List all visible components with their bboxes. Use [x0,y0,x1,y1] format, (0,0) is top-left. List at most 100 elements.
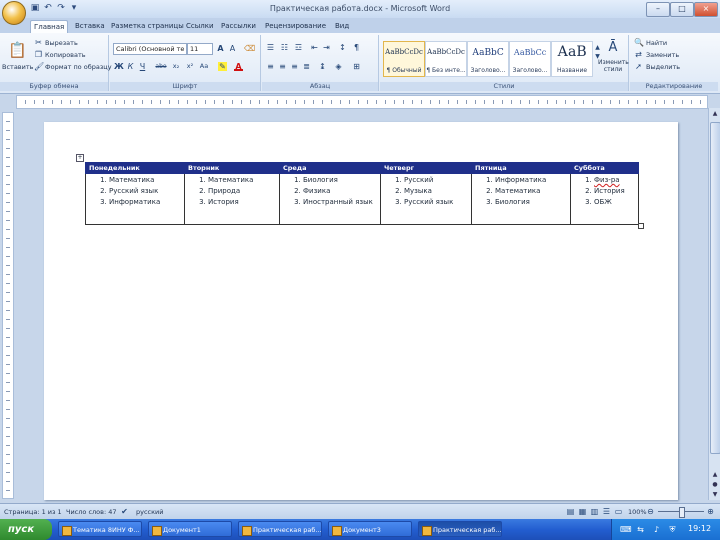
header-friday[interactable]: Пятница [471,162,571,174]
style-normal[interactable]: АаBbCcDc ¶ Обычный [383,41,425,77]
print-layout-icon[interactable]: ▤ [566,507,575,516]
outline-icon[interactable]: ☰ [602,507,611,516]
shading-icon[interactable]: ◈ [334,62,343,71]
language-indicator[interactable]: русский [136,508,164,516]
style-heading1[interactable]: АаBbC Заголово... [467,41,509,77]
paste-button[interactable]: Вставить [2,63,33,71]
bullets-icon[interactable]: ☰ [266,43,275,52]
align-right-icon[interactable]: ≡ [290,62,299,71]
horizontal-ruler[interactable] [16,95,708,109]
change-styles-icon[interactable]: Ā [606,41,620,55]
table-cell-friday[interactable]: Информатика Математика Биология [471,173,571,225]
taskbar-item-1[interactable]: Тематика 8ИНУ Ф... [58,521,142,537]
pilcrow-icon[interactable]: ¶ [352,43,361,52]
tab-review[interactable]: Рецензирование [262,20,329,33]
select-icon[interactable]: ➚ [634,62,643,71]
header-thursday[interactable]: Четверг [380,162,472,174]
superscript-button[interactable]: x² [184,62,196,71]
table-cell-saturday[interactable]: Физ-ра История ОБЖ [570,173,639,225]
vertical-ruler[interactable] [2,112,14,499]
zoom-in-icon[interactable]: ⊕ [706,507,715,516]
document-page[interactable]: + Понедельник Вторник Среда Четверг Пятн… [44,122,678,500]
taskbar-item-2[interactable]: Документ1 [148,521,232,537]
tab-insert[interactable]: Вставка [72,20,108,33]
table-cell-thursday[interactable]: Русский Музыка Русский язык [380,173,472,225]
line-spacing-icon[interactable]: ↨ [318,62,327,71]
format-painter-icon[interactable]: 🖌 [34,62,44,71]
underline-button[interactable]: Ч [138,62,147,71]
minimize-button[interactable]: – [646,2,670,17]
grow-font-icon[interactable]: A [216,44,225,53]
maximize-button[interactable]: □ [670,2,694,17]
select-button[interactable]: Выделить [646,63,680,71]
cut-button[interactable]: Вырезать [45,39,78,47]
justify-icon[interactable]: ≣ [302,62,311,71]
style-title[interactable]: АаВ Название [551,41,593,77]
style-no-spacing[interactable]: АаBbCcDc ¶ Без инте... [425,41,467,77]
style-heading2[interactable]: АаBbCc Заголово... [509,41,551,77]
replace-icon[interactable]: ⇄ [634,50,643,59]
table-cell-monday[interactable]: Математика Русский язык Информатика [85,173,185,225]
clock[interactable]: 19:12 [688,524,711,533]
draft-icon[interactable]: ▭ [614,507,623,516]
table-cell-wednesday[interactable]: Биология Физика Иностранный язык [279,173,381,225]
italic-button[interactable]: К [126,62,135,71]
web-layout-icon[interactable]: ▥ [590,507,599,516]
network-icon[interactable]: ⇆ [636,525,645,534]
highlight-icon[interactable]: ✎ [218,62,227,71]
scroll-up-icon[interactable]: ▲ [710,109,720,119]
table-cell-tuesday[interactable]: Математика Природа История [184,173,280,225]
word-count[interactable]: Число слов: 47 [66,508,117,516]
change-styles-button[interactable]: Изменить стили [598,59,629,73]
office-button[interactable] [2,1,26,25]
volume-icon[interactable]: ♪ [652,525,661,534]
increase-indent-icon[interactable]: ⇥ [322,43,331,52]
zoom-level[interactable]: 100% [628,508,647,516]
subscript-button[interactable]: x₂ [170,62,182,71]
font-color-icon[interactable]: A [234,62,243,71]
multilevel-list-icon[interactable]: ☲ [294,43,303,52]
zoom-slider-thumb[interactable] [679,507,685,518]
header-monday[interactable]: Понедельник [85,162,185,174]
security-icon[interactable]: ⛨ [668,525,677,534]
full-screen-icon[interactable]: ▦ [578,507,587,516]
taskbar-item-5[interactable]: Практическая раб... [418,521,502,537]
copy-icon[interactable]: ❐ [34,50,43,59]
keyboard-layout-icon[interactable]: ⌨ [620,525,632,534]
format-painter-button[interactable]: Формат по образцу [45,63,112,71]
align-center-icon[interactable]: ≡ [278,62,287,71]
start-button[interactable]: пуск [0,519,52,540]
taskbar-item-4[interactable]: Документ3 [328,521,412,537]
tab-page-layout[interactable]: Разметка страницы [108,20,187,33]
font-size-combo[interactable]: 11 [187,43,213,55]
header-saturday[interactable]: Суббота [570,162,639,174]
browse-object-icon[interactable]: ● [710,480,720,489]
find-button[interactable]: Найти [646,39,667,47]
table-resize-handle[interactable] [638,223,644,229]
tab-mailings[interactable]: Рассылки [218,20,259,33]
change-case-button[interactable]: Aa [198,62,210,71]
find-icon[interactable]: 🔍 [634,38,644,47]
shrink-font-icon[interactable]: A [228,44,237,53]
schedule-table[interactable]: Понедельник Вторник Среда Четверг Пятниц… [85,162,639,225]
borders-icon[interactable]: ⊞ [352,62,361,71]
cut-icon[interactable]: ✂ [34,38,43,47]
clear-format-icon[interactable]: ⌫ [244,44,255,53]
taskbar-item-3[interactable]: Практическая раб... [238,521,322,537]
zoom-out-icon[interactable]: ⊖ [646,507,655,516]
scroll-thumb[interactable] [710,122,720,454]
header-tuesday[interactable]: Вторник [184,162,280,174]
copy-button[interactable]: Копировать [45,51,86,59]
tab-view[interactable]: Вид [332,20,352,33]
close-button[interactable]: × [694,2,718,17]
paste-icon[interactable]: 📋 [8,41,27,59]
tab-references[interactable]: Ссылки [183,20,217,33]
bold-button[interactable]: Ж [114,62,124,71]
next-page-icon[interactable]: ▼ [710,490,720,499]
tab-home[interactable]: Главная [30,20,69,34]
numbering-icon[interactable]: ☷ [280,43,289,52]
decrease-indent-icon[interactable]: ⇤ [310,43,319,52]
strikethrough-button[interactable]: abe [154,62,168,71]
page-count[interactable]: Страница: 1 из 1 [4,508,62,516]
sort-icon[interactable]: ↕ [338,43,347,52]
